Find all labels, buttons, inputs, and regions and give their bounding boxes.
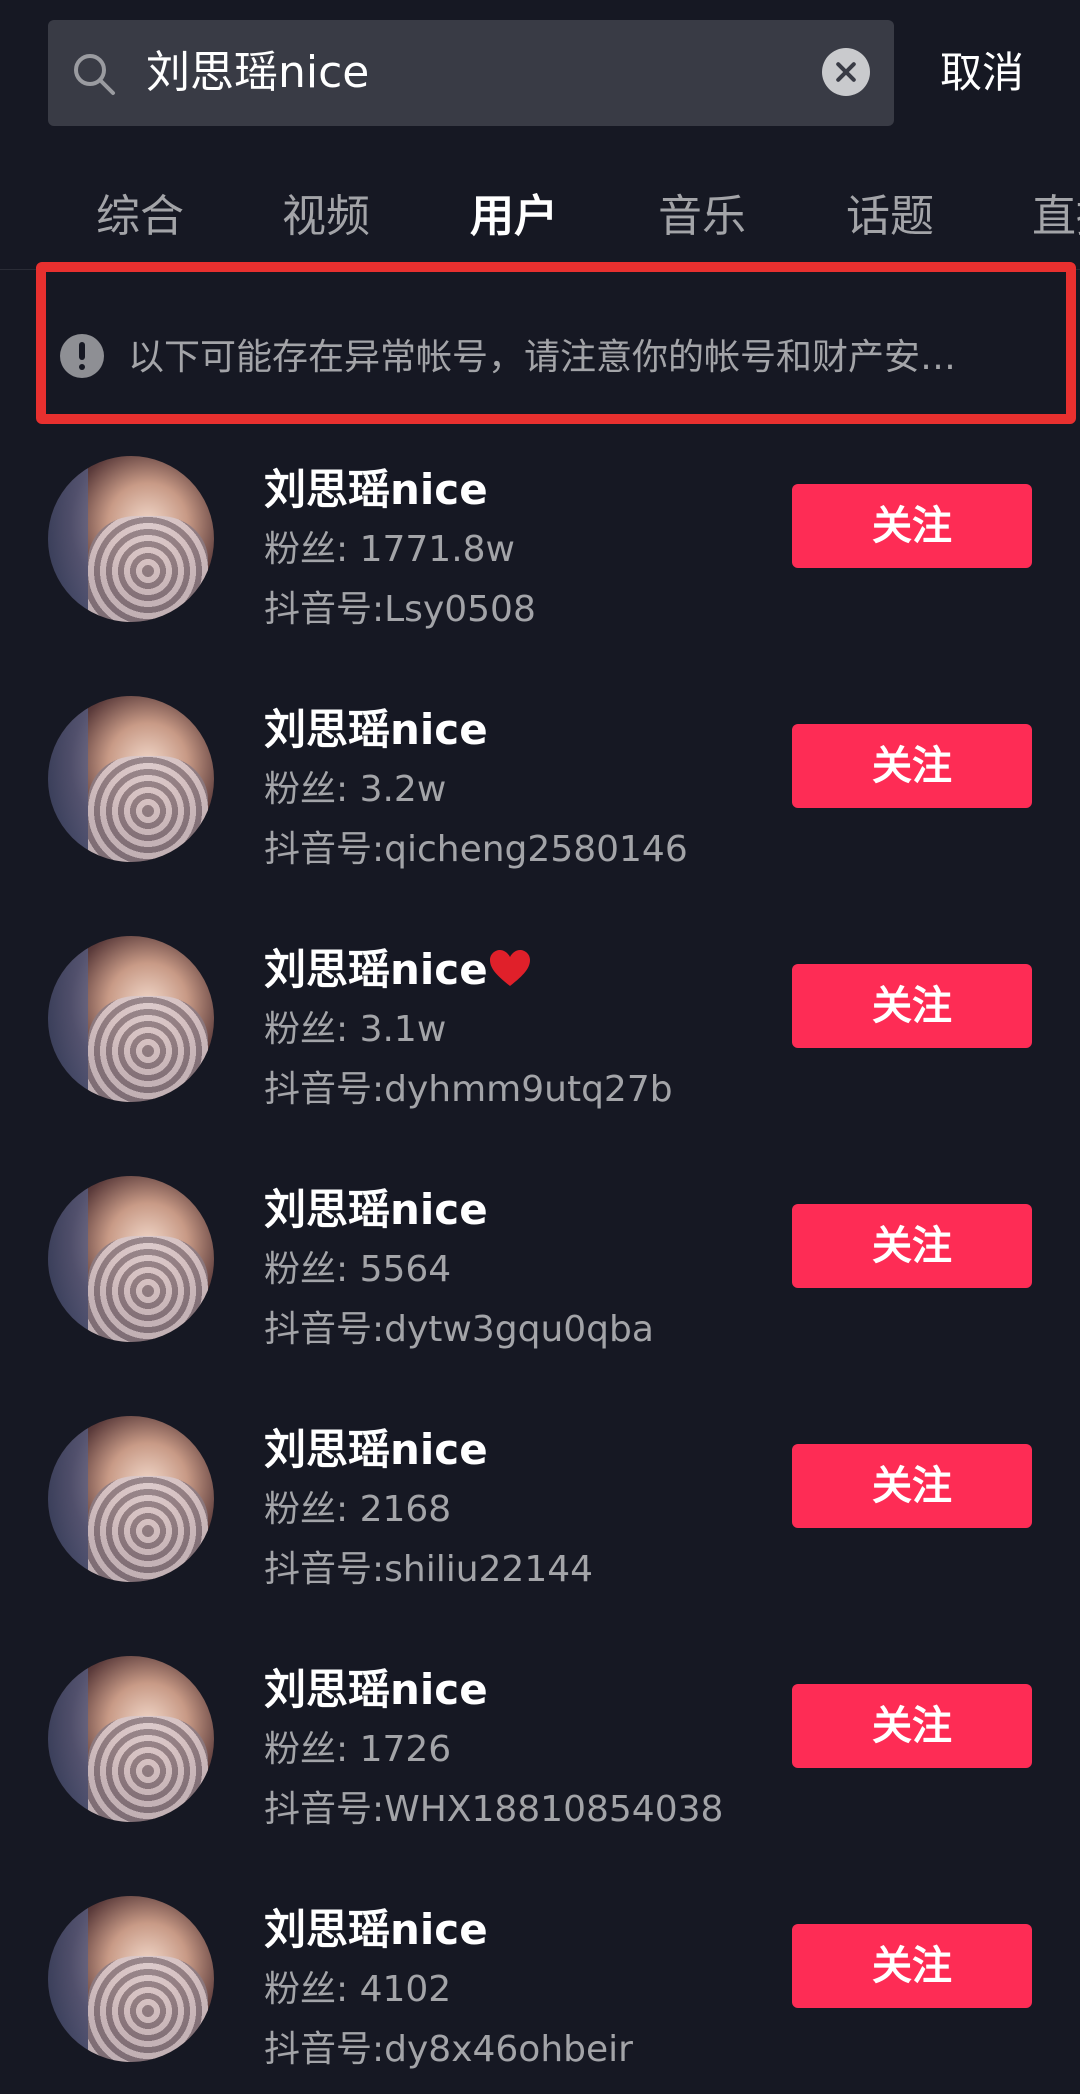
- follow-button[interactable]: 关注: [792, 1924, 1032, 2008]
- notice-text: 以下可能存在异常帐号，请注意你的帐号和财产安…: [128, 337, 957, 378]
- follow-button[interactable]: 关注: [792, 484, 1032, 568]
- list-item[interactable]: 刘思瑶nice 粉丝: 3.2w 抖音号:qicheng2580146 关注: [0, 680, 1080, 920]
- follow-button[interactable]: 关注: [792, 1204, 1032, 1288]
- tab-topics[interactable]: 话题: [846, 180, 934, 244]
- douyin-id: 抖音号:Lsy0508: [264, 589, 536, 630]
- list-item[interactable]: 刘思瑶nice 粉丝: 4102 抖音号:dy8x46ohbeir 关注: [0, 1880, 1080, 2094]
- follow-button[interactable]: 关注: [792, 964, 1032, 1048]
- search-bar-row: 刘思瑶nice 取消: [0, 0, 1080, 150]
- tab-live[interactable]: 直播: [1032, 180, 1080, 244]
- list-item[interactable]: 刘思瑶nice 粉丝: 1726 抖音号:WHX18810854038 关注: [0, 1640, 1080, 1880]
- avatar[interactable]: [48, 1656, 214, 1822]
- user-name: 刘思瑶nice: [264, 465, 488, 514]
- search-icon: [74, 54, 115, 95]
- list-item[interactable]: 刘思瑶nice 粉丝: 3.1w 抖音号:dyhmm9utq27b 关注: [0, 920, 1080, 1160]
- abnormal-account-notice: 以下可能存在异常帐号，请注意你的帐号和财产安…: [36, 262, 1076, 424]
- douyin-id: 抖音号:dytw3gqu0qba: [264, 1309, 654, 1350]
- avatar[interactable]: [48, 456, 214, 622]
- fans-count: 粉丝: 5564: [264, 1249, 452, 1290]
- tab-users[interactable]: 用户: [470, 180, 558, 244]
- tab-bar: 综合 视频 用户 音乐 话题 直播: [0, 160, 1080, 270]
- user-name: 刘思瑶nice: [264, 936, 532, 997]
- follow-button[interactable]: 关注: [792, 1444, 1032, 1528]
- tab-video[interactable]: 视频: [282, 180, 370, 244]
- list-item[interactable]: 刘思瑶nice 粉丝: 1771.8w 抖音号:Lsy0508 关注: [0, 440, 1080, 680]
- search-box[interactable]: 刘思瑶nice: [48, 20, 894, 126]
- heart-icon: [489, 950, 530, 986]
- fans-count: 粉丝: 4102: [264, 1969, 452, 2010]
- user-name: 刘思瑶nice: [264, 1905, 488, 1954]
- fans-count: 粉丝: 3.2w: [264, 769, 447, 810]
- avatar[interactable]: [48, 696, 214, 862]
- warning-icon: [60, 334, 104, 378]
- list-item[interactable]: 刘思瑶nice 粉丝: 5564 抖音号:dytw3gqu0qba 关注: [0, 1160, 1080, 1400]
- fans-count: 粉丝: 1771.8w: [264, 529, 515, 570]
- douyin-id: 抖音号:shiliu22144: [264, 1549, 594, 1590]
- douyin-id: 抖音号:dy8x46ohbeir: [264, 2029, 633, 2070]
- tab-comprehensive[interactable]: 综合: [96, 180, 184, 244]
- follow-button[interactable]: 关注: [792, 1684, 1032, 1768]
- avatar[interactable]: [48, 1896, 214, 2062]
- douyin-id: 抖音号:WHX18810854038: [264, 1789, 724, 1830]
- douyin-id: 抖音号:dyhmm9utq27b: [264, 1069, 673, 1110]
- search-input[interactable]: 刘思瑶nice: [146, 20, 369, 126]
- user-name: 刘思瑶nice: [264, 1665, 488, 1714]
- avatar[interactable]: [48, 1176, 214, 1342]
- avatar[interactable]: [48, 1416, 214, 1582]
- user-name: 刘思瑶nice: [264, 1185, 488, 1234]
- user-name: 刘思瑶nice: [264, 705, 488, 754]
- tab-music[interactable]: 音乐: [658, 180, 746, 244]
- fans-count: 粉丝: 2168: [264, 1489, 452, 1530]
- user-name: 刘思瑶nice: [264, 1425, 488, 1474]
- fans-count: 粉丝: 3.1w: [264, 1009, 447, 1050]
- cancel-button[interactable]: 取消: [940, 20, 1024, 126]
- list-item[interactable]: 刘思瑶nice 粉丝: 2168 抖音号:shiliu22144 关注: [0, 1400, 1080, 1640]
- fans-count: 粉丝: 1726: [264, 1729, 452, 1770]
- follow-button[interactable]: 关注: [792, 724, 1032, 808]
- douyin-id: 抖音号:qicheng2580146: [264, 829, 688, 870]
- avatar[interactable]: [48, 936, 214, 1102]
- clear-icon[interactable]: [822, 48, 870, 96]
